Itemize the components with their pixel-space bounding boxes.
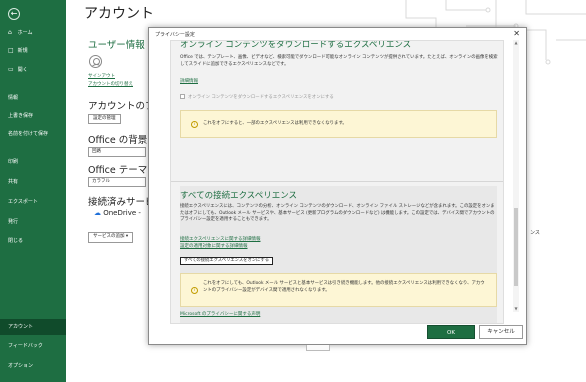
warning-text: これをオフにしても、Outlook メール サービスと基本サービスは引き続き機能… bbox=[203, 281, 485, 293]
back-arrow-icon[interactable]: ← bbox=[8, 8, 20, 20]
sidebar-item-label: 発行 bbox=[8, 219, 19, 225]
home-icon: ⌂ bbox=[8, 29, 12, 36]
dialog-scrollbar[interactable]: ▲ ▼ bbox=[513, 40, 519, 312]
avatar bbox=[89, 55, 102, 68]
office-background-select[interactable]: 回路 bbox=[88, 147, 146, 157]
sidebar-item-save-as[interactable]: 名前を付けて保存 bbox=[0, 126, 66, 142]
sidebar-item-print[interactable]: 印刷 bbox=[0, 154, 66, 170]
turn-on-connected-experiences-button[interactable]: すべての接続エクスペリエンスをオンにする bbox=[180, 257, 273, 265]
sidebar-item-label: 閉じる bbox=[8, 238, 24, 244]
sidebar-item-feedback[interactable]: フィードバック bbox=[0, 338, 66, 354]
sidebar-item-label: アカウント bbox=[8, 324, 34, 330]
sidebar-item-label: フィードバック bbox=[8, 343, 43, 349]
backstage-bottom-tab bbox=[306, 345, 330, 351]
sidebar-item-export[interactable]: エクスポート bbox=[0, 194, 66, 210]
sidebar-item-label: 情報 bbox=[8, 95, 19, 101]
folder-icon: ▭ bbox=[8, 66, 14, 73]
cancel-button[interactable]: キャンセル bbox=[479, 325, 523, 339]
sidebar-item-label: オプション bbox=[8, 363, 34, 369]
onedrive-service: ☁ OneDrive - bbox=[94, 209, 141, 217]
add-service-button[interactable]: サービスの追加 ▾ bbox=[88, 232, 134, 243]
sidebar-item-options[interactable]: オプション bbox=[0, 358, 66, 374]
sidebar-item-share[interactable]: 共有 bbox=[0, 174, 66, 190]
backstage-sidebar: ← ⌂ ホーム □ 新規 ▭ 開く 情報 上書き保存 名前を付けて保存 印刷 共… bbox=[0, 0, 66, 382]
office-background-heading: Office の背景: bbox=[88, 135, 151, 146]
cloud-icon: ☁ bbox=[94, 209, 101, 217]
connected-learn-more-link[interactable]: 接続エクスペリエンスに関する詳細情報 bbox=[180, 236, 260, 242]
office-theme-heading: Office テーマ bbox=[88, 165, 148, 176]
dialog-scroll-content: オンライン コンテンツをダウンロードするエクスペリエンス Office では、テ… bbox=[170, 40, 504, 324]
scroll-up-icon[interactable]: ▲ bbox=[513, 40, 519, 45]
privacy-settings-dialog: プライバシー設定 ✕ オンライン コンテンツをダウンロードするエクスペリエンス … bbox=[148, 27, 527, 345]
connected-experiences-heading: すべての接続エクスペリエンス bbox=[180, 191, 298, 201]
scroll-down-icon[interactable]: ▼ bbox=[513, 306, 519, 311]
privacy-statement-link[interactable]: Microsoft のプライバシーに関する声明 bbox=[180, 311, 260, 317]
connected-services-heading: 接続済みサービ bbox=[88, 197, 155, 208]
download-experiences-description: Office では、テンプレート、画像、ビデオなど、検索可能でダウンロード可能な… bbox=[180, 55, 498, 67]
sidebar-item-new[interactable]: □ 新規 bbox=[0, 43, 66, 59]
sidebar-item-label: 開く bbox=[17, 67, 28, 73]
settings-scope-link[interactable]: 設定の適用対象に関する詳細情報 bbox=[180, 243, 248, 249]
download-experiences-heading: オンライン コンテンツをダウンロードするエクスペリエンス bbox=[180, 40, 412, 50]
sidebar-item-label: 新規 bbox=[17, 48, 28, 54]
ok-button[interactable]: OK bbox=[427, 325, 475, 339]
sidebar-item-publish[interactable]: 発行 bbox=[0, 214, 66, 230]
page-title: アカウント bbox=[84, 6, 154, 22]
warning-text: これをオフにすると、一部のエクスペリエンスは利用できなくなります。 bbox=[203, 121, 347, 126]
user-info-heading: ユーザー情報 bbox=[88, 40, 145, 51]
sidebar-item-label: 上書き保存 bbox=[8, 113, 34, 119]
sidebar-item-info[interactable]: 情報 bbox=[0, 90, 66, 106]
info-icon: i bbox=[191, 121, 198, 128]
sidebar-item-home[interactable]: ⌂ ホーム bbox=[0, 25, 66, 41]
sign-out-link[interactable]: サインアウト bbox=[88, 73, 115, 79]
switch-account-link[interactable]: アカウントの切り替え bbox=[88, 81, 133, 87]
download-warning-banner: i これをオフにすると、一部のエクスペリエンスは利用できなくなります。 bbox=[180, 110, 497, 138]
download-experiences-checkbox[interactable] bbox=[180, 94, 185, 99]
close-icon[interactable]: ✕ bbox=[513, 29, 520, 38]
sidebar-item-save[interactable]: 上書き保存 bbox=[0, 108, 66, 124]
connected-warning-banner: i これをオフにしても、Outlook メール サービスと基本サービスは引き続き… bbox=[180, 273, 497, 307]
sidebar-item-label: 印刷 bbox=[8, 159, 19, 165]
sidebar-item-open[interactable]: ▭ 開く bbox=[0, 62, 66, 78]
office-theme-select[interactable]: カラフル bbox=[88, 177, 146, 187]
dialog-title: プライバシー設定 bbox=[155, 32, 195, 38]
sidebar-item-close[interactable]: 閉じる bbox=[0, 233, 66, 249]
connected-experiences-description: 接続エクスペリエンスには、コンテンツの分析、オンライン コンテンツのダウンロード… bbox=[180, 204, 495, 222]
scrollbar-thumb[interactable] bbox=[514, 208, 518, 286]
download-learn-more-link[interactable]: 詳細情報 bbox=[180, 78, 198, 84]
sidebar-item-label: エクスポート bbox=[8, 199, 38, 205]
sidebar-item-label: 名前を付けて保存 bbox=[8, 131, 49, 137]
onedrive-label: OneDrive - bbox=[103, 209, 141, 217]
section-divider bbox=[171, 181, 503, 182]
checkbox-label: オンライン コンテンツをダウンロードするエクスペリエンスをオンにする bbox=[188, 95, 334, 100]
sidebar-item-account[interactable]: アカウント bbox=[0, 319, 66, 335]
manage-settings-button[interactable]: 設定の管理 bbox=[88, 114, 121, 124]
sidebar-item-label: ホーム bbox=[17, 30, 33, 36]
info-icon: i bbox=[191, 287, 198, 294]
sidebar-item-label: 共有 bbox=[8, 179, 19, 185]
download-experiences-checkbox-row[interactable]: オンライン コンテンツをダウンロードするエクスペリエンスをオンにする bbox=[180, 94, 334, 100]
right-pane-text: ンス bbox=[530, 230, 540, 236]
new-file-icon: □ bbox=[8, 47, 14, 54]
